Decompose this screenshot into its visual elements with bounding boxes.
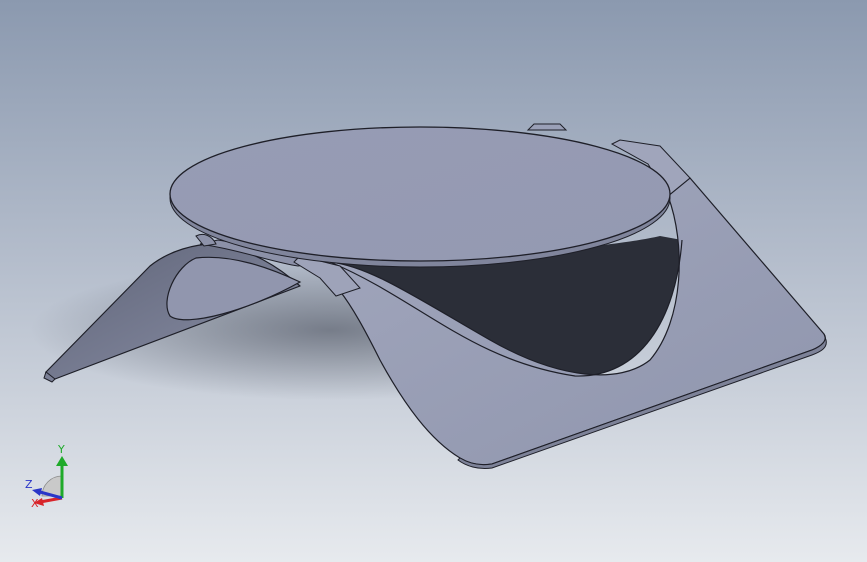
y-axis-arrow — [56, 456, 68, 466]
z-axis-label: Z — [25, 478, 33, 491]
model-view[interactable] — [0, 0, 867, 562]
graphics-viewport[interactable]: Y Z X — [0, 0, 867, 562]
circular-plate — [169, 126, 671, 262]
x-axis-label: X — [31, 497, 39, 510]
y-axis-label: Y — [58, 443, 65, 456]
orientation-triad[interactable]: Y Z X — [22, 440, 72, 512]
top-tab-back — [526, 123, 568, 131]
z-axis-arrow — [32, 488, 42, 496]
